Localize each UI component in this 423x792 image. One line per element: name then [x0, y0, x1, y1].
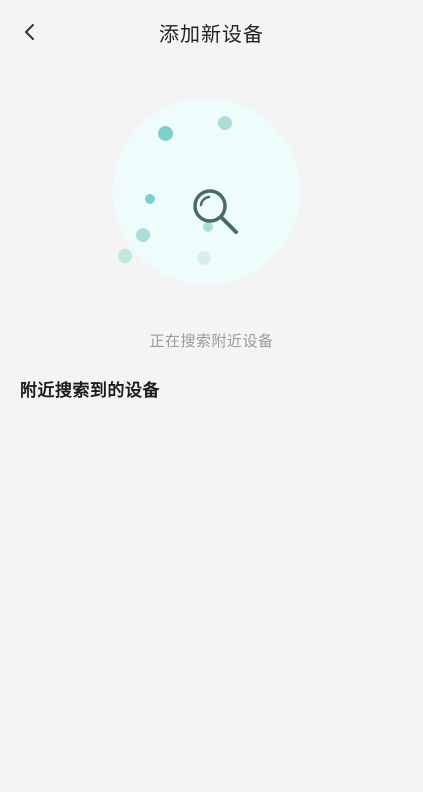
search-icon [193, 189, 238, 234]
nearby-devices-title: 附近搜索到的设备 [20, 381, 160, 401]
radar-dot [145, 194, 155, 204]
radar-dot [136, 228, 150, 242]
scan-status-text: 正在搜索附近设备 [149, 332, 274, 350]
radar-dot [197, 251, 211, 265]
page-title: 添加新设备 [159, 22, 264, 46]
radar-dot [118, 249, 132, 263]
device-list [0, 410, 423, 790]
radar-dot [158, 126, 173, 141]
radar-dot [218, 116, 232, 130]
add-device-screen: 添加新设备 正在搜索附近设备 附近搜索到的设备 [0, 0, 423, 792]
navigation-bar: 添加新设备 [0, 0, 423, 64]
